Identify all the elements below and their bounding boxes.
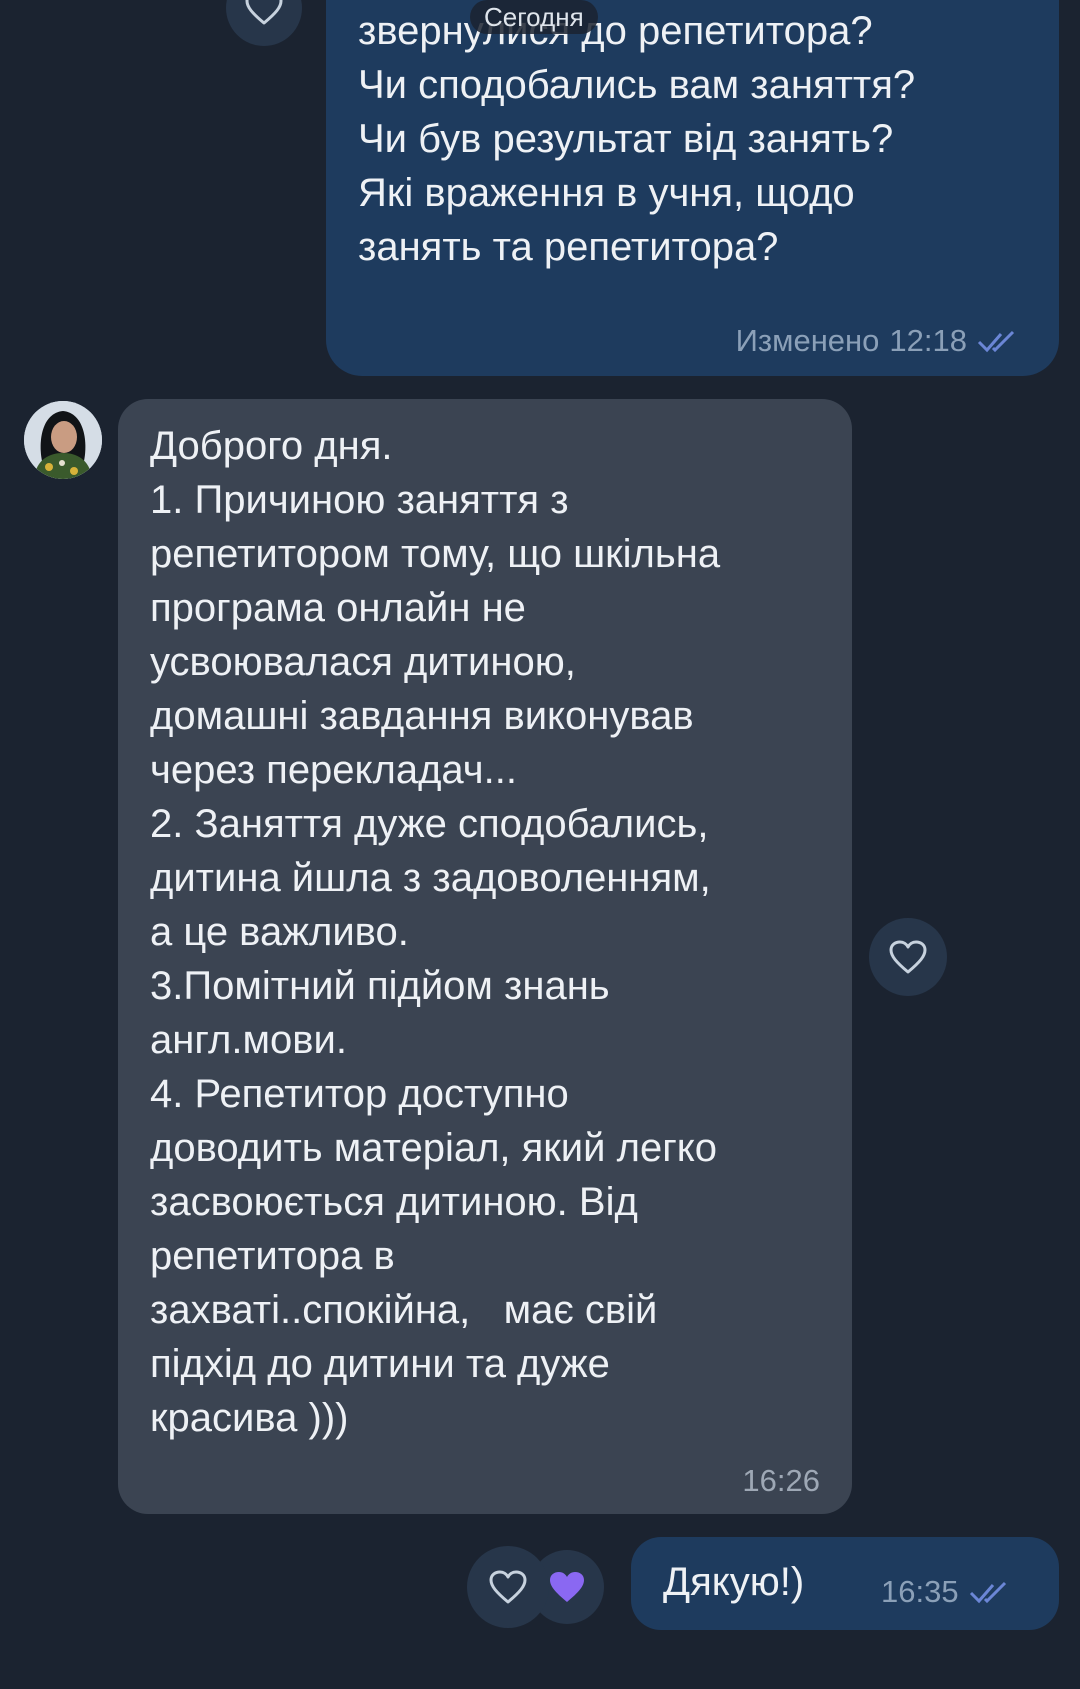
message-text: Дякую!) <box>663 1560 805 1604</box>
message-meta: 16:26 <box>742 1454 820 1508</box>
avatar-image <box>24 401 102 479</box>
heart-outline-icon <box>489 1570 527 1604</box>
message-time: 16:35 <box>881 1574 959 1609</box>
heart-outline-icon <box>889 940 927 974</box>
message-bubble-outgoing[interactable]: Причина через яку ви звернулися до репет… <box>326 0 1059 376</box>
message-time: 12:18 <box>889 323 967 358</box>
like-button[interactable] <box>226 0 302 46</box>
double-check-icon <box>977 330 1015 353</box>
double-check-icon <box>969 1581 1006 1604</box>
edited-label: Изменено <box>735 323 880 358</box>
avatar[interactable] <box>24 401 102 479</box>
message-time: 16:26 <box>742 1463 820 1498</box>
message-bubble-outgoing[interactable]: Дякую!) 16:35 <box>631 1537 1059 1630</box>
message-bubble-incoming[interactable]: Доброго дня. 1. Причиною заняття з репет… <box>118 399 852 1514</box>
message-text: Доброго дня. 1. Причиною заняття з репет… <box>150 424 721 1440</box>
message-text: Причина через яку ви звернулися до репет… <box>358 9 916 269</box>
heart-filled-icon <box>550 1572 584 1602</box>
like-button[interactable] <box>869 918 947 996</box>
like-button[interactable] <box>467 1546 549 1628</box>
date-separator: Сегодня <box>470 0 598 34</box>
heart-outline-icon <box>245 0 283 25</box>
message-meta: Изменено 12:18 <box>736 314 1019 368</box>
message-meta: 16:35 <box>881 1565 1011 1619</box>
